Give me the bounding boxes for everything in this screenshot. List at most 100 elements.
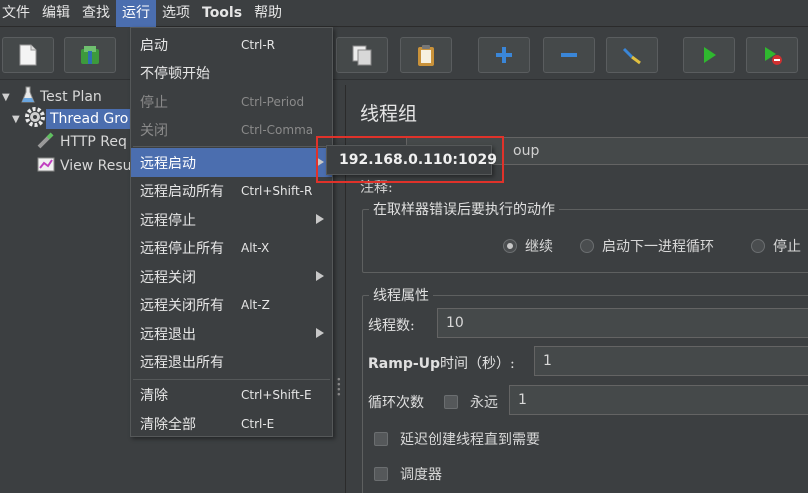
tree-item-label: HTTP Req	[60, 134, 127, 150]
menu-help[interactable]: 帮助	[248, 0, 288, 27]
tree-item-label: Test Plan	[40, 89, 102, 105]
menu-item-label: 停止	[140, 94, 168, 111]
menu-item-remote-shutdown[interactable]: 远程关闭	[131, 262, 332, 291]
menu-item-remote-stop[interactable]: 远程停止	[131, 205, 332, 234]
menu-item-remote-start-all[interactable]: 远程启动所有 Ctrl+Shift-R	[131, 176, 332, 205]
wand-icon	[620, 43, 644, 67]
highlight-box	[316, 136, 504, 183]
templates-button[interactable]	[64, 37, 116, 73]
checkbox-box	[374, 432, 388, 446]
paste-button[interactable]	[400, 37, 452, 73]
name-field-value: oup	[513, 143, 540, 159]
start-button[interactable]	[683, 37, 735, 73]
collapse-button[interactable]	[543, 37, 595, 73]
menu-item-label: 关闭	[140, 122, 168, 139]
threads-input[interactable]: 10	[437, 308, 808, 338]
page-title: 线程组	[360, 103, 418, 125]
menu-item-label: 远程停止	[140, 212, 196, 229]
menu-item-shortcut: Ctrl-E	[241, 416, 275, 431]
menu-options[interactable]: 选项	[156, 0, 196, 27]
chart-icon	[36, 154, 56, 178]
start-no-pause-button[interactable]	[746, 37, 798, 73]
new-icon	[17, 43, 39, 67]
radio-dot	[751, 239, 765, 253]
menu-item-shortcut: Ctrl-Comma	[241, 122, 314, 137]
radio-dot	[580, 239, 594, 253]
menu-item-remote-shutdown-all[interactable]: 远程关闭所有 Alt-Z	[131, 290, 332, 319]
menu-item-remote-exit[interactable]: 远程退出	[131, 319, 332, 348]
tree-item-test-plan[interactable]: ▼ Test Plan	[2, 86, 106, 108]
copy-button[interactable]	[336, 37, 388, 73]
tree-item-label: Thread Gro	[46, 109, 133, 129]
menu-item-clear[interactable]: 清除 Ctrl+Shift-E	[131, 380, 332, 409]
menu-edit[interactable]: 编辑	[36, 0, 76, 27]
pen-icon	[36, 130, 56, 154]
templates-icon	[78, 43, 102, 67]
radio-continue[interactable]: 继续	[503, 236, 553, 256]
menu-item-shortcut: Ctrl+Shift-E	[241, 387, 312, 402]
checkbox-label: 永远	[470, 395, 498, 411]
menu-item-shortcut: Alt-Z	[241, 297, 270, 312]
menu-bar: 文件 编辑 查找 运行 选项 Tools 帮助	[0, 0, 808, 27]
splitter-handle[interactable]: ∙ ∙ ∙ ∙	[336, 376, 342, 400]
plus-icon	[494, 45, 514, 65]
new-button[interactable]	[2, 37, 54, 73]
radio-start-next-loop[interactable]: 启动下一进程循环	[580, 236, 714, 256]
checkbox-box	[444, 395, 458, 409]
toolbar	[0, 28, 808, 80]
start-icon	[699, 44, 719, 66]
menu-item-clear-all[interactable]: 清除全部 Ctrl-E	[131, 409, 332, 438]
expand-button[interactable]	[478, 37, 530, 73]
delay-thread-creation-checkbox[interactable]: 延迟创建线程直到需要	[374, 429, 540, 449]
menu-item-shortcut: Ctrl-R	[241, 37, 276, 52]
forever-checkbox[interactable]: 永远	[444, 392, 498, 412]
loop-count-label: 循环次数	[368, 395, 424, 411]
menu-item-stop: 停止 Ctrl-Period	[131, 87, 332, 116]
menu-item-remote-exit-all[interactable]: 远程退出所有	[131, 347, 332, 376]
rampup-label-cn: 时间（秒）:	[440, 356, 515, 372]
menu-item-label: 远程启动所有	[140, 183, 224, 200]
radio-stop[interactable]: 停止	[751, 236, 801, 256]
menu-item-label: 远程关闭所有	[140, 297, 224, 314]
toggle-button[interactable]	[606, 37, 658, 73]
menu-file[interactable]: 文件	[0, 0, 36, 27]
menu-item-shortcut: Ctrl+Shift-R	[241, 183, 313, 198]
tree-item-view-results[interactable]: View Resu	[36, 155, 136, 177]
group-title: 在取样器错误后要执行的动作	[369, 199, 559, 219]
radio-label: 启动下一进程循环	[602, 239, 714, 255]
menu-item-shortcut: Ctrl-Period	[241, 94, 305, 109]
menu-item-label: 远程退出	[140, 326, 196, 343]
loop-count-input[interactable]: 1	[509, 385, 808, 415]
tree-item-http-request[interactable]: HTTP Req	[36, 131, 131, 153]
menu-item-start-no-pauses[interactable]: 不停顿开始	[131, 58, 332, 87]
menu-item-label: 远程启动	[140, 155, 196, 172]
minus-icon	[559, 45, 579, 65]
menu-item-remote-start[interactable]: 远程启动	[131, 148, 332, 177]
clipboard-icon	[415, 43, 437, 67]
radio-label: 继续	[525, 239, 553, 255]
menu-item-shutdown: 关闭 Ctrl-Comma	[131, 115, 332, 144]
menu-item-shortcut: Alt-X	[241, 240, 270, 255]
tree-expand-icon[interactable]: ▼	[12, 114, 24, 125]
menu-item-remote-stop-all[interactable]: 远程停止所有 Alt-X	[131, 233, 332, 262]
submenu-arrow-icon	[316, 271, 324, 281]
rampup-input[interactable]: 1	[534, 346, 808, 376]
menu-separator	[133, 146, 330, 147]
scheduler-checkbox[interactable]: 调度器	[374, 464, 442, 484]
radio-label: 停止	[773, 239, 801, 255]
menu-item-label: 清除	[140, 387, 168, 404]
menu-item-label: 不停顿开始	[140, 65, 210, 82]
threads-label: 线程数:	[368, 318, 415, 334]
gear-icon	[24, 106, 46, 132]
checkbox-label: 调度器	[400, 467, 442, 483]
menu-tools[interactable]: Tools	[196, 0, 248, 27]
menu-run[interactable]: 运行	[116, 0, 156, 27]
tree-item-thread-group[interactable]: ▼ Thread Gro	[12, 106, 133, 132]
sampler-error-group: 在取样器错误后要执行的动作 继续 启动下一进程循环 停止	[362, 199, 808, 273]
menu-item-label: 启动	[140, 37, 168, 54]
tree-expand-icon[interactable]: ▼	[2, 92, 14, 103]
run-menu-dropdown: 启动 Ctrl-R 不停顿开始 停止 Ctrl-Period 关闭 Ctrl-C…	[130, 27, 333, 437]
menu-search[interactable]: 查找	[76, 0, 116, 27]
menu-item-start[interactable]: 启动 Ctrl-R	[131, 30, 332, 59]
flask-icon	[20, 86, 36, 108]
